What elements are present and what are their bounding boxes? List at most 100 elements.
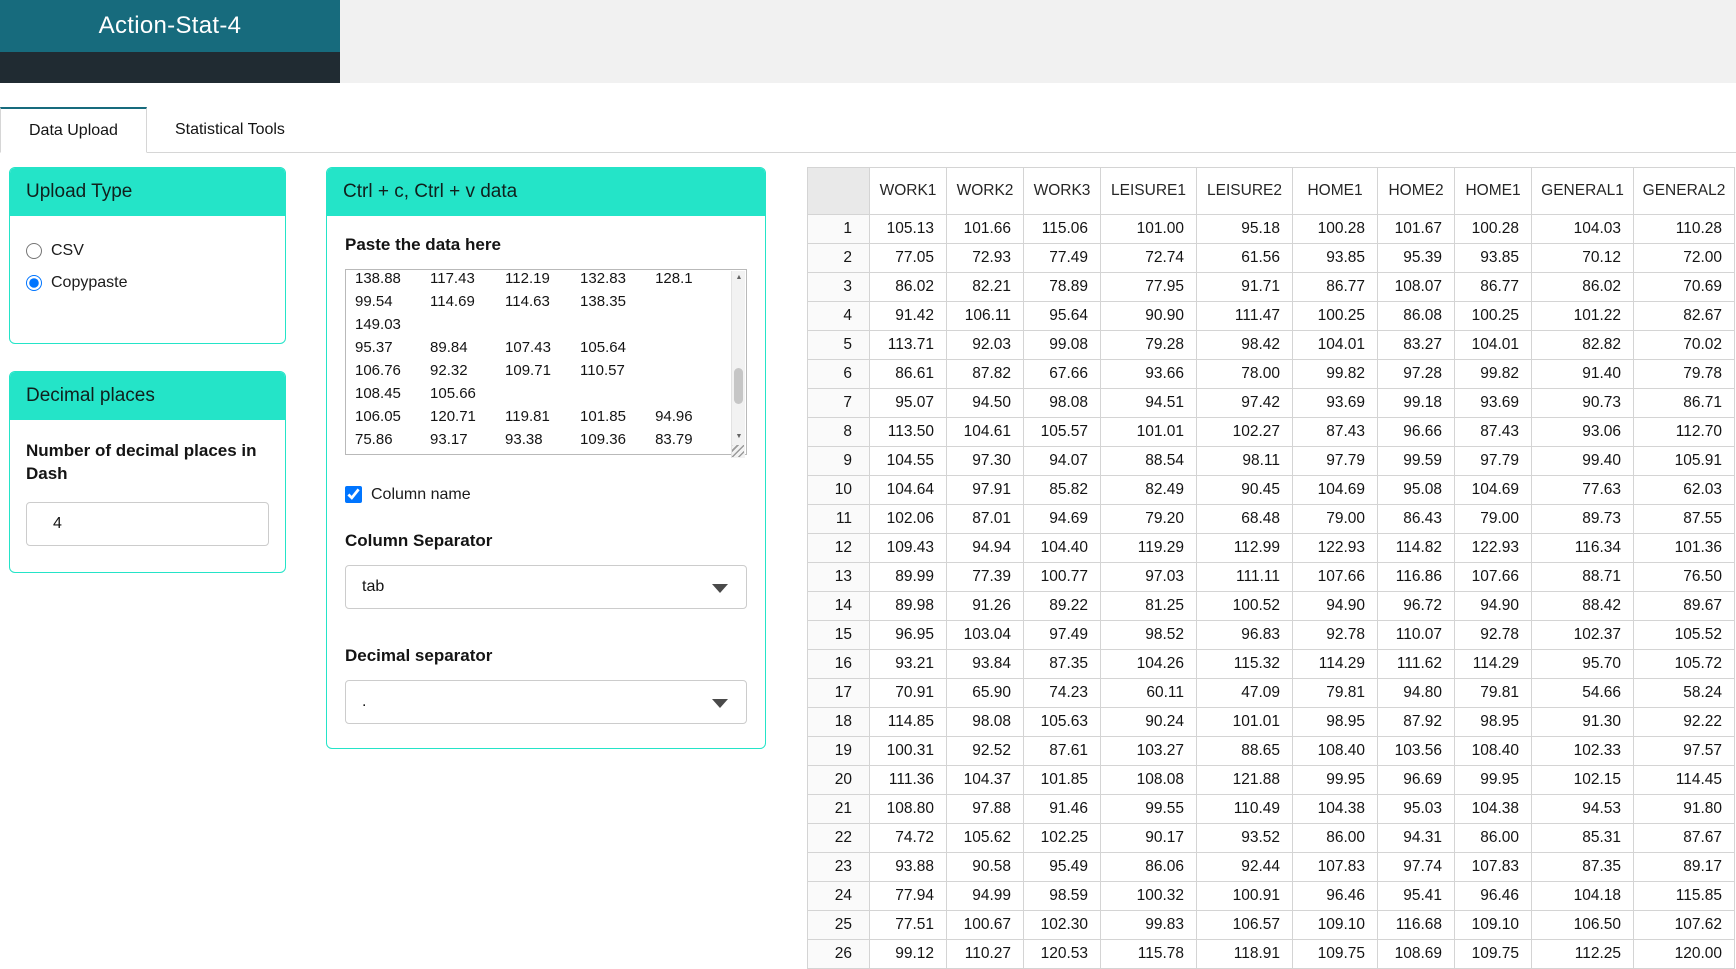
table-cell[interactable]: 109.10	[1292, 910, 1378, 940]
table-cell[interactable]: 86.71	[1633, 388, 1735, 418]
table-cell[interactable]: 100.25	[1292, 301, 1378, 331]
table-cell[interactable]: 94.31	[1377, 823, 1455, 853]
table-cell[interactable]: 100.32	[1100, 881, 1197, 911]
table-cell[interactable]: 104.18	[1531, 881, 1634, 911]
table-cell[interactable]: 98.95	[1292, 707, 1378, 737]
tab-data-upload[interactable]: Data Upload	[0, 107, 147, 153]
table-cell[interactable]: 119.29	[1100, 533, 1197, 563]
table-cell[interactable]: 111.11	[1196, 562, 1293, 592]
table-cell[interactable]: 101.85	[1023, 765, 1101, 795]
table-cell[interactable]: 105.57	[1023, 417, 1101, 447]
table-cell[interactable]: 58.24	[1633, 678, 1735, 708]
table-cell[interactable]: 101.01	[1196, 707, 1293, 737]
table-cell[interactable]: 99.83	[1100, 910, 1197, 940]
column-separator-dropdown[interactable]: tab	[345, 564, 747, 609]
table-cell[interactable]: 85.31	[1531, 823, 1634, 853]
table-cell[interactable]: 102.30	[1023, 910, 1101, 940]
table-cell[interactable]: 105.72	[1633, 649, 1735, 679]
table-cell[interactable]: 93.06	[1531, 417, 1634, 447]
table-cell[interactable]: 89.99	[869, 562, 947, 592]
table-cell[interactable]: 118.91	[1196, 939, 1293, 969]
table-cell[interactable]: 110.28	[1633, 214, 1735, 244]
table-cell[interactable]: 99.40	[1531, 446, 1634, 476]
table-cell[interactable]: 97.88	[946, 794, 1024, 824]
table-cell[interactable]: 89.17	[1633, 852, 1735, 882]
table-cell[interactable]: 87.43	[1454, 417, 1532, 447]
table-cell[interactable]: 98.42	[1196, 330, 1293, 360]
table-cell[interactable]: 107.83	[1454, 852, 1532, 882]
table-cell[interactable]: 108.69	[1377, 939, 1455, 969]
table-cell[interactable]: 95.49	[1023, 852, 1101, 882]
table-cell[interactable]: 86.02	[869, 272, 947, 302]
table-cell[interactable]: 94.50	[946, 388, 1024, 418]
table-cell[interactable]: 97.74	[1377, 852, 1455, 882]
table-cell[interactable]: 94.80	[1377, 678, 1455, 708]
table-cell[interactable]: 90.45	[1196, 475, 1293, 505]
table-cell[interactable]: 79.20	[1100, 504, 1197, 534]
table-cell[interactable]: 99.95	[1454, 765, 1532, 795]
table-cell[interactable]: 105.91	[1633, 446, 1735, 476]
table-cell[interactable]: 112.99	[1196, 533, 1293, 563]
table-cell[interactable]: 101.00	[1100, 214, 1197, 244]
table-cell[interactable]: 96.46	[1292, 881, 1378, 911]
table-cell[interactable]: 85.82	[1023, 475, 1101, 505]
table-cell[interactable]: 91.30	[1531, 707, 1634, 737]
table-cell[interactable]: 95.70	[1531, 649, 1634, 679]
table-cell[interactable]: 93.21	[869, 649, 947, 679]
table-cell[interactable]: 99.18	[1377, 388, 1455, 418]
table-cell[interactable]: 92.78	[1454, 620, 1532, 650]
table-cell[interactable]: 99.59	[1377, 446, 1455, 476]
table-cell[interactable]: 97.79	[1454, 446, 1532, 476]
table-cell[interactable]: 70.12	[1531, 243, 1634, 273]
table-cell[interactable]: 82.21	[946, 272, 1024, 302]
table-cell[interactable]: 89.73	[1531, 504, 1634, 534]
table-cell[interactable]: 99.82	[1454, 359, 1532, 389]
table-cell[interactable]: 107.83	[1292, 852, 1378, 882]
table-cell[interactable]: 83.27	[1377, 330, 1455, 360]
table-cell[interactable]: 98.52	[1100, 620, 1197, 650]
table-cell[interactable]: 79.00	[1454, 504, 1532, 534]
table-cell[interactable]: 96.66	[1377, 417, 1455, 447]
table-cell[interactable]: 99.95	[1292, 765, 1378, 795]
table-cell[interactable]: 116.34	[1531, 533, 1634, 563]
table-cell[interactable]: 115.78	[1100, 939, 1197, 969]
upload-option-copypaste[interactable]: Copypaste	[26, 274, 269, 292]
table-cell[interactable]: 92.03	[946, 330, 1024, 360]
table-cell[interactable]: 92.22	[1633, 707, 1735, 737]
table-cell[interactable]: 93.84	[946, 649, 1024, 679]
table-cell[interactable]: 79.28	[1100, 330, 1197, 360]
table-cell[interactable]: 65.90	[946, 678, 1024, 708]
table-cell[interactable]: 99.82	[1292, 359, 1378, 389]
table-cell[interactable]: 88.71	[1531, 562, 1634, 592]
table-cell[interactable]: 102.33	[1531, 736, 1634, 766]
table-cell[interactable]: 99.08	[1023, 330, 1101, 360]
table-cell[interactable]: 105.13	[869, 214, 947, 244]
table-cell[interactable]: 114.29	[1292, 649, 1378, 679]
table-cell[interactable]: 122.93	[1454, 533, 1532, 563]
table-cell[interactable]: 89.98	[869, 591, 947, 621]
table-cell[interactable]: 120.53	[1023, 939, 1101, 969]
table-cell[interactable]: 121.88	[1196, 765, 1293, 795]
table-cell[interactable]: 89.67	[1633, 591, 1735, 621]
scroll-down-icon[interactable]: ▼	[732, 430, 746, 444]
table-cell[interactable]: 86.00	[1454, 823, 1532, 853]
table-cell[interactable]: 101.22	[1531, 301, 1634, 331]
table-cell[interactable]: 68.48	[1196, 504, 1293, 534]
table-cell[interactable]: 100.28	[1292, 214, 1378, 244]
table-cell[interactable]: 97.79	[1292, 446, 1378, 476]
table-cell[interactable]: 111.36	[869, 765, 947, 795]
decimal-places-input[interactable]	[26, 501, 269, 546]
table-cell[interactable]: 115.06	[1023, 214, 1101, 244]
table-cell[interactable]: 102.15	[1531, 765, 1634, 795]
table-cell[interactable]: 77.94	[869, 881, 947, 911]
table-cell[interactable]: 116.68	[1377, 910, 1455, 940]
table-cell[interactable]: 86.77	[1292, 272, 1378, 302]
table-cell[interactable]: 87.35	[1023, 649, 1101, 679]
table-cell[interactable]: 94.94	[946, 533, 1024, 563]
table-cell[interactable]: 96.46	[1454, 881, 1532, 911]
table-cell[interactable]: 114.85	[869, 707, 947, 737]
table-cell[interactable]: 90.17	[1100, 823, 1197, 853]
csv-radio[interactable]	[26, 243, 42, 259]
table-cell[interactable]: 114.29	[1454, 649, 1532, 679]
table-cell[interactable]: 93.69	[1292, 388, 1378, 418]
